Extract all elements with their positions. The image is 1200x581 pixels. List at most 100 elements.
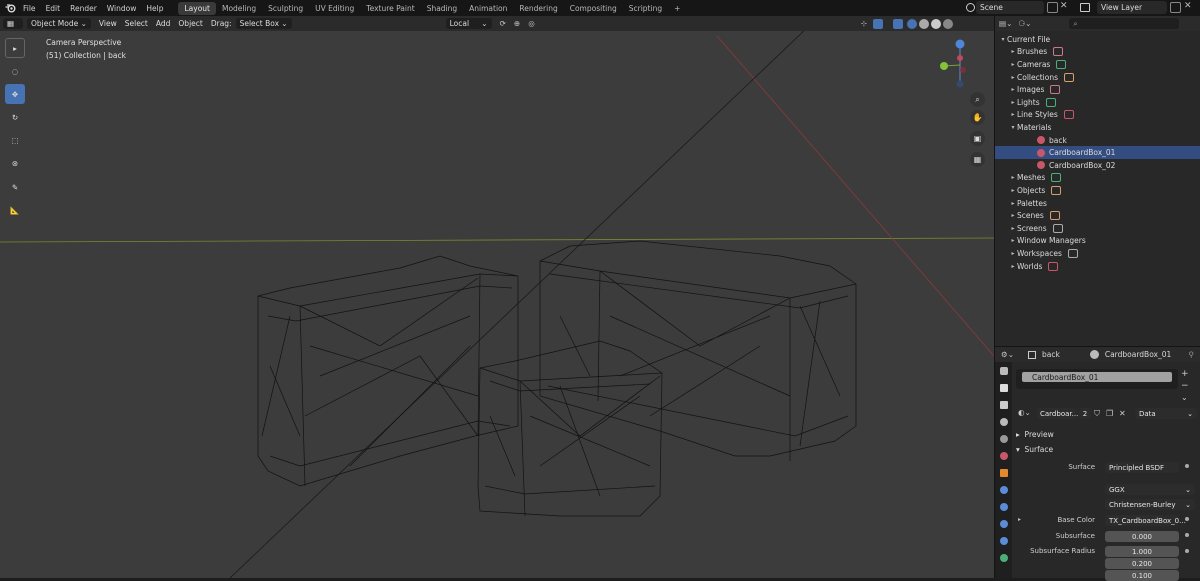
expand-icon[interactable]: ▸ bbox=[1009, 200, 1017, 207]
pan-hand-icon[interactable]: ✋ bbox=[970, 110, 985, 125]
scale-tool-icon[interactable]: ⬚ bbox=[5, 130, 25, 150]
material-slot-list[interactable]: CardboardBox_01 bbox=[1016, 369, 1178, 389]
tool-tab-icon[interactable] bbox=[995, 362, 1012, 379]
subsurface-radius-x[interactable]: 1.000 bbox=[1105, 546, 1179, 557]
subsurface-field[interactable]: 0.000 bbox=[1105, 531, 1179, 542]
outliner-row-images[interactable]: ▸ Images bbox=[995, 83, 1200, 96]
outliner-row-cardboardbox-02[interactable]: CardboardBox_02 bbox=[995, 159, 1200, 172]
view-layer-browse-icon[interactable] bbox=[1170, 2, 1181, 13]
outliner-editor-type-icon[interactable]: ▤⌄ bbox=[999, 19, 1012, 28]
duplicate-material-icon[interactable]: ❐ bbox=[1106, 409, 1113, 418]
editor-type-button[interactable]: ▦ bbox=[3, 18, 23, 29]
annotate-tool-icon[interactable]: ✎ bbox=[5, 177, 25, 197]
subsurface-method-dropdown[interactable]: Christensen-Burley ⌄ bbox=[1105, 499, 1195, 510]
solid-shading-icon[interactable] bbox=[919, 18, 930, 29]
outliner-row-meshes[interactable]: ▸ Meshes bbox=[995, 172, 1200, 185]
tab-texture-paint[interactable]: Texture Paint bbox=[360, 2, 420, 15]
unlink-material-icon[interactable]: ✕ bbox=[1119, 409, 1126, 418]
expand-icon[interactable]: ▸ bbox=[1009, 48, 1017, 55]
add-slot-button[interactable]: + bbox=[1181, 369, 1193, 379]
link-dot-icon[interactable] bbox=[1185, 517, 1189, 521]
preview-panel-header[interactable]: ▸ Preview bbox=[1016, 430, 1054, 439]
modifier-tab-icon[interactable] bbox=[995, 481, 1012, 498]
view-layer-selector[interactable]: View Layer bbox=[1097, 1, 1167, 14]
outliner-row-screens[interactable]: ▸ Screens bbox=[995, 222, 1200, 235]
scene-new-icon[interactable]: ✕ bbox=[1060, 2, 1071, 13]
expand-icon[interactable]: ▸ bbox=[1009, 74, 1017, 81]
outliner-row-current-file[interactable]: ▾ Current File bbox=[995, 33, 1200, 46]
properties-editor-type-icon[interactable]: ⚙⌄ bbox=[1001, 350, 1014, 359]
snap-icon[interactable]: ⊕ bbox=[514, 19, 520, 28]
link-mode-dropdown[interactable]: Data ⌄ bbox=[1135, 408, 1197, 419]
expand-icon[interactable]: ▸ bbox=[1009, 111, 1017, 118]
perspective-toggle-icon[interactable]: ▦ bbox=[970, 152, 985, 167]
constraints-tab-icon[interactable] bbox=[995, 532, 1012, 549]
zoom-icon[interactable]: ⌕ bbox=[970, 92, 985, 107]
surface-panel-header[interactable]: ▾ Surface bbox=[1016, 445, 1053, 454]
expand-icon[interactable]: ▸ bbox=[1009, 61, 1017, 68]
menu-file[interactable]: File bbox=[18, 4, 41, 13]
surface-shader-field[interactable]: Principled BSDF bbox=[1105, 462, 1179, 473]
outliner-row-cardboardbox-01[interactable]: CardboardBox_01 bbox=[995, 146, 1200, 159]
expand-icon[interactable]: ▸ bbox=[1009, 174, 1017, 181]
tab-shading[interactable]: Shading bbox=[421, 2, 463, 15]
outliner-row-cameras[interactable]: ▸ Cameras bbox=[995, 58, 1200, 71]
material-name-field[interactable]: Cardboar... bbox=[1037, 408, 1078, 419]
expand-icon[interactable]: ▸ bbox=[1009, 99, 1017, 106]
outliner-row-collections[interactable]: ▸ Collections bbox=[995, 71, 1200, 84]
cursor-tool-icon[interactable]: ◌ bbox=[5, 61, 25, 81]
menu-help[interactable]: Help bbox=[141, 4, 168, 13]
slot-specials-button[interactable]: ⌄ bbox=[1181, 393, 1193, 403]
menu-edit[interactable]: Edit bbox=[41, 4, 66, 13]
scene-tab-icon[interactable] bbox=[995, 430, 1012, 447]
menu-view[interactable]: View bbox=[95, 19, 121, 28]
3d-viewport[interactable]: ▦ Object Mode ⌄ View Select Add Object D… bbox=[0, 16, 994, 578]
select-box-tool-icon[interactable]: ▸ bbox=[5, 38, 25, 58]
material-slot-item[interactable]: CardboardBox_01 bbox=[1022, 372, 1172, 382]
measure-tool-icon[interactable]: 📐 bbox=[5, 200, 25, 220]
move-tool-icon[interactable]: ✥ bbox=[5, 84, 25, 104]
menu-select[interactable]: Select bbox=[121, 19, 152, 28]
world-tab-icon[interactable] bbox=[995, 447, 1012, 464]
blender-logo-icon[interactable] bbox=[2, 0, 18, 16]
expand-icon[interactable]: ▾ bbox=[999, 36, 1007, 43]
fake-user-icon[interactable]: ⛉ bbox=[1094, 409, 1100, 419]
menu-render[interactable]: Render bbox=[65, 4, 102, 13]
menu-window[interactable]: Window bbox=[102, 4, 142, 13]
outliner-row-materials[interactable]: ▾ Materials bbox=[995, 121, 1200, 134]
camera-view-icon[interactable]: ▣ bbox=[970, 131, 985, 146]
outliner-row-window-managers[interactable]: ▸ Window Managers bbox=[995, 235, 1200, 248]
scene-icon[interactable] bbox=[966, 3, 975, 12]
browse-material-icon[interactable]: ◐⌄ bbox=[1018, 408, 1032, 419]
render-tab-icon[interactable] bbox=[995, 379, 1012, 396]
particles-tab-icon[interactable] bbox=[995, 498, 1012, 515]
navigation-gizmo[interactable] bbox=[930, 38, 980, 98]
base-color-expand-icon[interactable]: ▸ bbox=[1018, 516, 1021, 523]
tab-layout[interactable]: Layout bbox=[178, 1, 216, 15]
transform-orientation-dropdown[interactable]: Local ⌄ bbox=[445, 18, 492, 29]
transform-tool-icon[interactable]: ⊛ bbox=[5, 153, 25, 173]
proportional-edit-icon[interactable]: ◎ bbox=[528, 19, 535, 28]
object-tab-icon[interactable] bbox=[995, 464, 1012, 481]
material-shading-icon[interactable] bbox=[931, 18, 942, 29]
rotate-tool-icon[interactable]: ↻ bbox=[5, 107, 25, 127]
link-dot-icon[interactable] bbox=[1185, 533, 1189, 537]
pin-icon[interactable]: ⚲ bbox=[1189, 350, 1195, 359]
expand-icon[interactable]: ▸ bbox=[1009, 187, 1017, 194]
expand-icon[interactable]: ▸ bbox=[1009, 212, 1017, 219]
subsurface-radius-z[interactable]: 0.100 bbox=[1105, 570, 1179, 581]
object-mode-dropdown[interactable]: Object Mode ⌄ bbox=[27, 18, 91, 29]
outliner-row-scenes[interactable]: ▸ Scenes bbox=[995, 209, 1200, 222]
rendered-shading-icon[interactable] bbox=[943, 18, 954, 29]
view-layer-icon[interactable] bbox=[1080, 3, 1090, 12]
link-dot-icon[interactable] bbox=[1185, 464, 1189, 468]
outliner-row-lights[interactable]: ▸ Lights bbox=[995, 96, 1200, 109]
outliner-row-workspaces[interactable]: ▸ Workspaces bbox=[995, 247, 1200, 260]
add-workspace-button[interactable]: + bbox=[668, 2, 686, 15]
expand-icon[interactable]: ▸ bbox=[1009, 263, 1017, 270]
user-count-button[interactable]: 2 bbox=[1079, 408, 1091, 419]
tab-sculpting[interactable]: Sculpting bbox=[262, 2, 309, 15]
output-tab-icon[interactable] bbox=[995, 396, 1012, 413]
xray-icon[interactable] bbox=[893, 18, 904, 29]
drag-dropdown[interactable]: Select Box ⌄ bbox=[235, 18, 292, 29]
